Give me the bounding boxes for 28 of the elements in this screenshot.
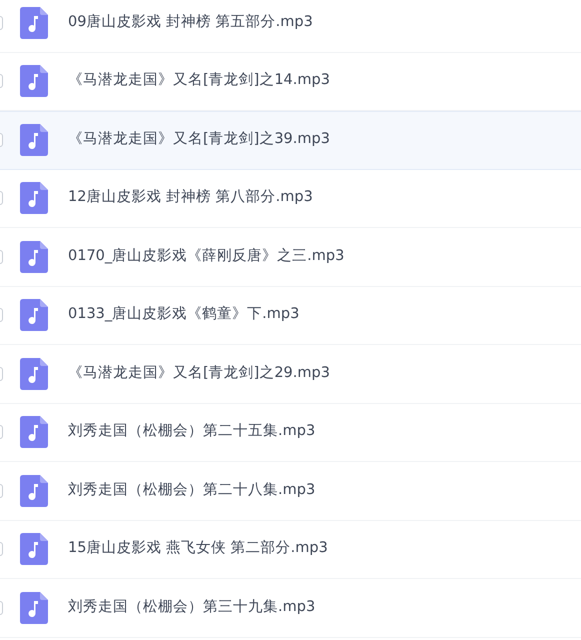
music-file-icon xyxy=(20,6,48,39)
file-name: 15唐山皮影戏 燕飞女侠 第二部分.mp3 xyxy=(68,538,328,558)
file-name: 12唐山皮影戏 封神榜 第八部分.mp3 xyxy=(68,188,313,208)
music-file-icon xyxy=(20,416,48,448)
music-file-icon xyxy=(20,299,48,332)
music-file-icon xyxy=(20,240,48,273)
file-row[interactable]: 《马潜龙走国》又名[青龙剑]之14.mp3 xyxy=(0,52,581,111)
file-row[interactable]: 《马潜龙走国》又名[青龙剑]之39.mp3 xyxy=(0,111,581,170)
file-name: 《马潜龙走国》又名[青龙剑]之29.mp3 xyxy=(68,364,330,383)
file-name: 0170_唐山皮影戏《薛刚反唐》之三.mp3 xyxy=(68,246,344,266)
file-name: 刘秀走国（松棚会）第二十五集.mp3 xyxy=(68,422,316,442)
file-row[interactable]: 12唐山皮影戏 封神榜 第八部分.mp3 xyxy=(0,170,581,228)
music-file-icon xyxy=(20,592,48,624)
music-file-icon xyxy=(20,182,48,214)
music-file-icon xyxy=(20,124,48,156)
file-name: 09唐山皮影戏 封神榜 第五部分.mp3 xyxy=(68,12,313,32)
music-file-icon xyxy=(20,533,48,566)
file-row[interactable]: 15唐山皮影戏 燕飞女侠 第二部分.mp3 xyxy=(0,520,581,579)
file-row[interactable]: 刘秀走国（松棚会）第二十五集.mp3 xyxy=(0,404,581,462)
file-name: 刘秀走国（松棚会）第三十九集.mp3 xyxy=(68,598,316,617)
music-file-icon xyxy=(20,474,48,507)
music-file-icon xyxy=(20,65,48,98)
file-name: 《马潜龙走国》又名[青龙剑]之14.mp3 xyxy=(68,70,330,90)
file-name: 《马潜龙走国》又名[青龙剑]之39.mp3 xyxy=(68,130,330,150)
music-file-icon xyxy=(20,358,48,390)
file-name: 刘秀走国（松棚会）第二十八集.mp3 xyxy=(68,480,316,500)
file-row[interactable]: 0133_唐山皮影戏《鹤童》下.mp3 xyxy=(0,286,581,345)
file-name: 0133_唐山皮影戏《鹤童》下.mp3 xyxy=(68,304,300,324)
